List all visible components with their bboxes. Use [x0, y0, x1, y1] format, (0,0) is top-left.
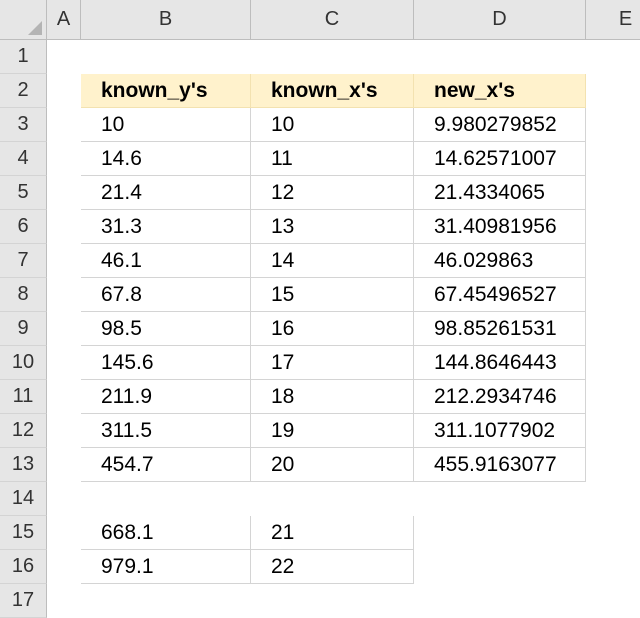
row-header-15[interactable]: 15 — [0, 516, 47, 550]
table-cell[interactable]: 16 — [251, 312, 414, 346]
table-cell[interactable]: 311.5 — [81, 414, 251, 448]
row-header-3[interactable]: 3 — [0, 108, 47, 142]
forecast-cell[interactable]: 979.1 — [81, 550, 251, 584]
table-cell[interactable]: 145.6 — [81, 346, 251, 380]
table-header-cell[interactable]: new_x's — [414, 74, 586, 108]
table-cell[interactable]: 17 — [251, 346, 414, 380]
row-header-7[interactable]: 7 — [0, 244, 47, 278]
table-cell[interactable]: 20 — [251, 448, 414, 482]
table-cell[interactable]: 98.85261531 — [414, 312, 586, 346]
table-cell[interactable]: 311.1077902 — [414, 414, 586, 448]
forecast-cell[interactable]: 21 — [251, 516, 414, 550]
table-cell[interactable]: 144.8646443 — [414, 346, 586, 380]
table-cell[interactable]: 13 — [251, 210, 414, 244]
row-header-8[interactable]: 8 — [0, 278, 47, 312]
table-cell[interactable]: 19 — [251, 414, 414, 448]
table-header-cell[interactable]: known_y's — [81, 74, 251, 108]
row-header-13[interactable]: 13 — [0, 448, 47, 482]
table-cell[interactable]: 46.029863 — [414, 244, 586, 278]
table-cell[interactable]: 10 — [81, 108, 251, 142]
table-cell[interactable]: 455.9163077 — [414, 448, 586, 482]
table-header-cell[interactable]: known_x's — [251, 74, 414, 108]
row-header-9[interactable]: 9 — [0, 312, 47, 346]
select-all-icon — [28, 21, 42, 35]
row-header-14[interactable]: 14 — [0, 482, 47, 516]
row-header-16[interactable]: 16 — [0, 550, 47, 584]
table-cell[interactable]: 18 — [251, 380, 414, 414]
table-cell[interactable]: 454.7 — [81, 448, 251, 482]
column-header-b[interactable]: B — [81, 0, 251, 40]
row-header-2[interactable]: 2 — [0, 74, 47, 108]
column-header-d[interactable]: D — [414, 0, 586, 40]
row-header-10[interactable]: 10 — [0, 346, 47, 380]
forecast-cell[interactable]: 668.1 — [81, 516, 251, 550]
row-header-12[interactable]: 12 — [0, 414, 47, 448]
row-header-17[interactable]: 17 — [0, 584, 47, 618]
table-cell[interactable]: 15 — [251, 278, 414, 312]
row-header-4[interactable]: 4 — [0, 142, 47, 176]
table-cell[interactable]: 212.2934746 — [414, 380, 586, 414]
table-cell[interactable]: 21.4 — [81, 176, 251, 210]
table-cell[interactable]: 98.5 — [81, 312, 251, 346]
table-cell[interactable]: 12 — [251, 176, 414, 210]
spreadsheet-grid[interactable]: A B C D E 1 2 3 4 5 6 7 8 9 10 11 12 13 14 15 16 17 known_y's k… — [0, 0, 640, 618]
table-cell[interactable]: 67.8 — [81, 278, 251, 312]
table-cell[interactable]: 21.4334065 — [414, 176, 586, 210]
table-cell[interactable]: 31.40981956 — [414, 210, 586, 244]
forecast-cell[interactable]: 22 — [251, 550, 414, 584]
column-header-a[interactable]: A — [47, 0, 81, 40]
table-cell[interactable]: 211.9 — [81, 380, 251, 414]
table-cell[interactable]: 14 — [251, 244, 414, 278]
table-cell[interactable]: 14.6 — [81, 142, 251, 176]
table-cell[interactable]: 10 — [251, 108, 414, 142]
column-header-e[interactable]: E — [586, 0, 640, 40]
row-header-11[interactable]: 11 — [0, 380, 47, 414]
row-header-6[interactable]: 6 — [0, 210, 47, 244]
table-cell[interactable]: 67.45496527 — [414, 278, 586, 312]
row-header-5[interactable]: 5 — [0, 176, 47, 210]
select-all-corner[interactable] — [0, 0, 47, 40]
table-cell[interactable]: 46.1 — [81, 244, 251, 278]
row-header-1[interactable]: 1 — [0, 40, 47, 74]
table-cell[interactable]: 9.980279852 — [414, 108, 586, 142]
table-cell[interactable]: 11 — [251, 142, 414, 176]
table-cell[interactable]: 31.3 — [81, 210, 251, 244]
table-cell[interactable]: 14.62571007 — [414, 142, 586, 176]
column-header-c[interactable]: C — [251, 0, 414, 40]
